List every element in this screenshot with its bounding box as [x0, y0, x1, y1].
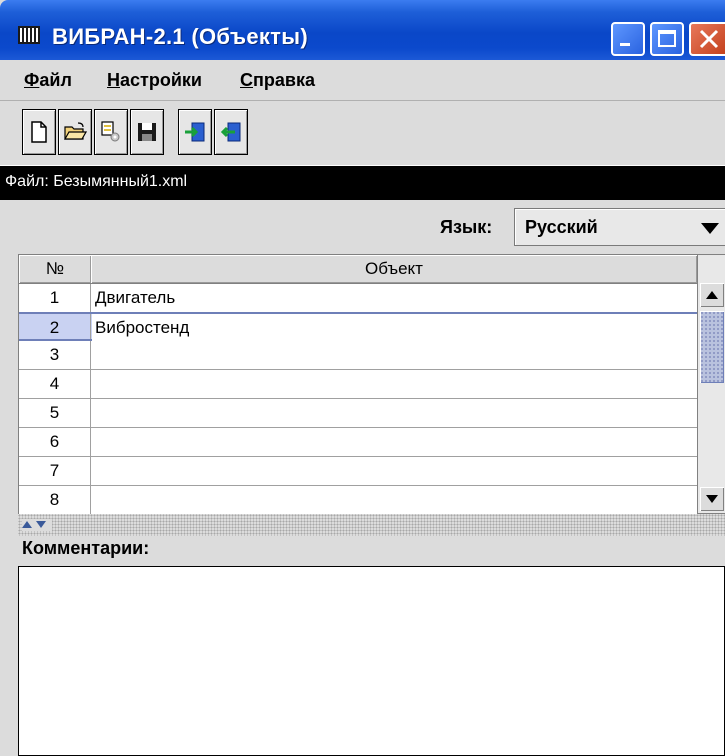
close-icon	[699, 29, 719, 49]
row-number: 6	[19, 428, 91, 456]
chevron-up-icon[interactable]	[22, 521, 32, 528]
row-object[interactable]: Вибростенд	[92, 314, 700, 341]
menu-file-label: айл	[39, 70, 72, 90]
row-number: 4	[19, 370, 91, 398]
column-header-object[interactable]: Объект	[91, 255, 697, 283]
menu-file-hotkey: Ф	[24, 70, 40, 90]
row-object[interactable]: Двигатель	[95, 284, 175, 311]
chevron-down-icon[interactable]	[36, 521, 46, 528]
table-row[interactable]: 6	[19, 428, 697, 457]
export-icon	[220, 122, 241, 142]
save-button[interactable]	[130, 109, 164, 155]
row-number: 1	[19, 284, 91, 312]
properties-button[interactable]	[94, 109, 128, 155]
objects-table: № Объект 1 Двигатель 2 Вибростенд 3 4 5 …	[18, 254, 725, 515]
export-button[interactable]	[214, 109, 248, 155]
table-vertical-scrollbar[interactable]	[697, 255, 725, 513]
row-number: 8	[19, 486, 91, 514]
scroll-thumb[interactable]	[700, 311, 724, 383]
import-icon	[185, 122, 205, 142]
title-bar[interactable]: ВИБРАН-2.1 (Объекты)	[0, 0, 725, 60]
menu-bar: Файл Настройки Справка	[0, 60, 725, 100]
table-row-selected[interactable]: 2 Вибростенд	[19, 312, 700, 341]
table-row[interactable]: 4	[19, 370, 697, 399]
comments-textarea[interactable]	[18, 566, 725, 756]
maximize-button[interactable]	[650, 22, 684, 56]
row-number: 7	[19, 457, 91, 485]
minimize-icon	[620, 43, 630, 46]
column-header-number[interactable]: №	[19, 255, 91, 283]
open-folder-icon	[63, 122, 87, 140]
menu-file[interactable]: Файл	[24, 70, 72, 91]
close-button[interactable]	[689, 22, 725, 56]
window-title: ВИБРАН-2.1 (Объекты)	[52, 24, 308, 49]
import-button[interactable]	[178, 109, 212, 155]
menu-help[interactable]: Справка	[240, 70, 315, 91]
file-path-text: Файл: Безымянный1.xml	[5, 173, 188, 190]
table-row[interactable]: 8	[19, 486, 697, 515]
save-icon	[138, 123, 156, 141]
menu-settings[interactable]: Настройки	[107, 70, 202, 91]
splitter-arrows[interactable]	[22, 519, 52, 531]
language-label: Язык:	[440, 217, 493, 237]
menu-settings-label: астройки	[120, 70, 202, 90]
table-row[interactable]: 3	[19, 341, 697, 370]
menu-settings-hotkey: Н	[107, 70, 120, 90]
toolbar	[0, 100, 725, 166]
properties-icon	[101, 121, 120, 142]
row-number: 3	[19, 341, 91, 369]
maximize-icon	[658, 30, 676, 47]
table-row[interactable]: 7	[19, 457, 697, 486]
scroll-down-button[interactable]	[700, 487, 724, 511]
row-number: 2	[19, 314, 91, 339]
comments-label: Комментарии:	[22, 538, 150, 558]
app-icon	[18, 26, 40, 44]
row-number: 5	[19, 399, 91, 427]
table-row[interactable]: 5	[19, 399, 697, 428]
minimize-button[interactable]	[611, 22, 645, 56]
scroll-up-button[interactable]	[700, 283, 724, 307]
menu-help-label: правка	[253, 70, 315, 90]
language-selected-value: Русский	[525, 217, 598, 237]
split-pane-divider[interactable]	[18, 514, 725, 536]
menu-help-hotkey: С	[240, 70, 253, 90]
file-path-bar: Файл: Безымянный1.xml	[0, 166, 725, 200]
language-select[interactable]: Русский	[514, 208, 725, 246]
new-file-button[interactable]	[22, 109, 56, 155]
language-row: Язык: Русский	[0, 200, 725, 254]
open-file-button[interactable]	[58, 109, 92, 155]
app-window: ВИБРАН-2.1 (Объекты) Файл Настройки Спра…	[0, 0, 725, 756]
chevron-down-icon	[701, 223, 719, 234]
table-header: № Объект	[19, 255, 697, 284]
table-row[interactable]: 1 Двигатель	[19, 284, 697, 313]
new-document-icon	[31, 121, 47, 143]
